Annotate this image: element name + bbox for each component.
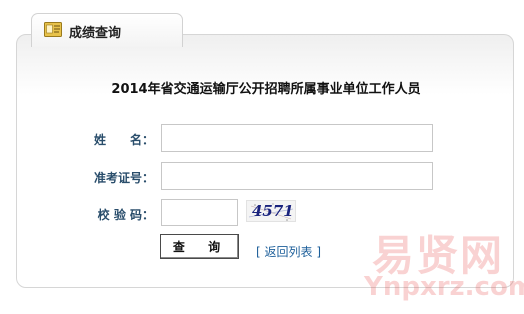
watermark-url: Ynpxrz.com bbox=[364, 272, 524, 302]
name-label: 姓 名： bbox=[93, 133, 154, 147]
tab-score-query[interactable]: 成绩查询 bbox=[31, 13, 183, 47]
page-title: 2014年省交通运输厅公开招聘所属事业单位工作人员 bbox=[111, 82, 421, 97]
back-link-open-bracket: [ bbox=[256, 245, 261, 259]
captcha-label: 校 验 码： bbox=[97, 208, 154, 222]
name-input[interactable] bbox=[161, 124, 433, 152]
report-card-icon bbox=[44, 22, 62, 37]
captcha-input[interactable] bbox=[161, 199, 238, 226]
exam-number-label: 准考证号： bbox=[93, 171, 154, 185]
captcha-image[interactable]: 4571 bbox=[246, 200, 296, 222]
back-to-list-link[interactable]: [ 返回列表 ] bbox=[256, 243, 321, 260]
exam-number-input[interactable] bbox=[161, 162, 433, 190]
captcha-text: 4571 bbox=[252, 202, 294, 220]
back-link-close-bracket: ] bbox=[316, 245, 322, 259]
tab-title: 成绩查询 bbox=[69, 26, 122, 41]
back-link-label[interactable]: 返回列表 bbox=[265, 245, 313, 259]
query-button[interactable]: 查 询 bbox=[160, 234, 239, 259]
watermark: 易贤网 Ynpxrz.com bbox=[360, 222, 524, 310]
